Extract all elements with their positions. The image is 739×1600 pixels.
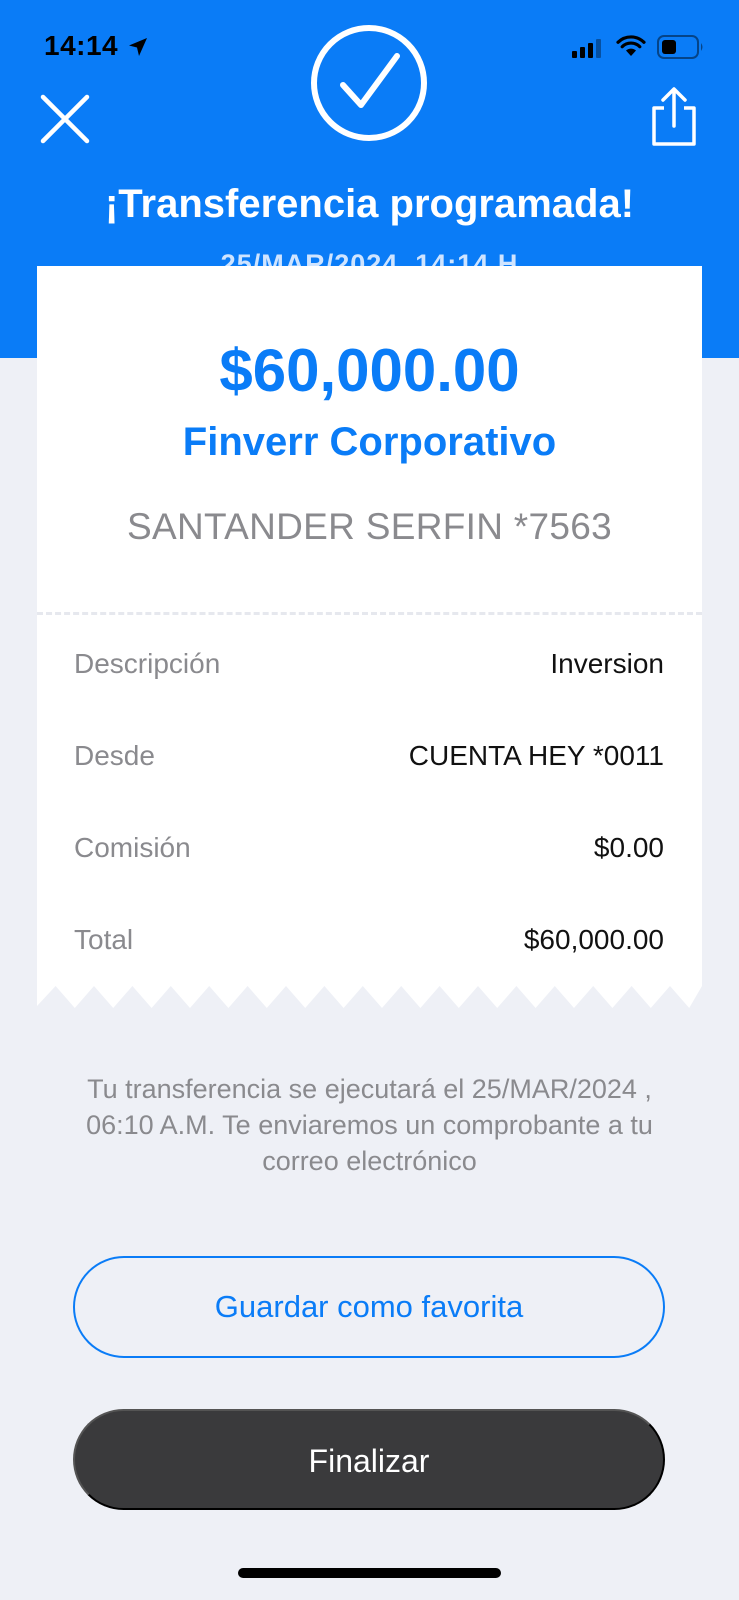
signal-icon [572,39,601,58]
detail-row-desde: Desde CUENTA HEY *0011 [74,740,664,780]
status-time: 14:14 [44,30,119,61]
wifi-icon [616,35,646,56]
detail-value: CUENTA HEY *0011 [408,740,664,771]
detail-row-total: Total $60,000.00 [74,924,664,964]
share-button[interactable] [650,86,698,148]
close-button[interactable] [40,94,90,144]
save-favorite-button[interactable]: Guardar como favorita [73,1256,665,1358]
finish-button[interactable]: Finalizar [73,1409,665,1510]
recipient-name: Finverr Corporativo [182,420,557,464]
home-indicator[interactable] [238,1568,501,1578]
detail-label: Comisión [74,832,191,863]
detail-label: Descripción [74,648,221,679]
detail-row-descripcion: Descripción Inversion [74,648,664,688]
receipt-zigzag-edge [37,984,702,1008]
dashed-divider [37,612,702,615]
detail-value: $60,000.00 [523,924,664,955]
page-title: ¡Transferencia programada! [104,182,635,226]
recipient-bank-account: SANTANDER SERFIN *7563 [127,506,612,547]
detail-value: $0.00 [593,832,664,863]
receipt-card: $60,000.00 Finverr Corporativo SANTANDER… [37,266,702,986]
schedule-info-text: Tu transferencia se ejecutará el 25/MAR/… [86,1074,653,1176]
detail-label: Total [74,924,134,955]
location-arrow-icon [129,38,147,56]
transfer-amount: $60,000.00 [219,337,520,404]
check-circle-icon [311,25,427,141]
detail-row-comision: Comisión $0.00 [74,832,664,872]
detail-value: Inversion [550,648,664,679]
detail-label: Desde [74,740,155,771]
battery-icon [657,35,703,59]
